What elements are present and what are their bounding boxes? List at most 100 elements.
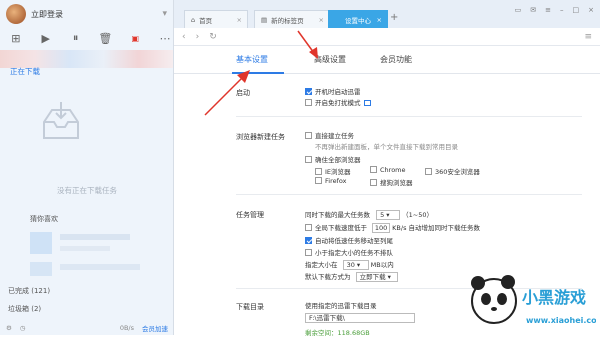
active-tab-underline (232, 72, 284, 74)
settings-tabs: 基本设置 高级设置 会员功能 (174, 46, 600, 74)
checkbox[interactable] (370, 166, 377, 173)
menu-icon[interactable]: ≡ (545, 6, 551, 14)
default-mode-select[interactable]: 立即下载 ▾ (355, 272, 398, 282)
max-tasks-row: 同时下载的最大任务数 5 ▾ （1~50） (305, 209, 433, 220)
recommend-thumb[interactable] (30, 232, 52, 254)
tab-settings[interactable]: 设置中心 × (328, 10, 388, 28)
checkbox[interactable] (370, 179, 377, 186)
checkbox[interactable] (305, 237, 312, 244)
page-icon: ▤ (261, 15, 268, 24)
delete-icon[interactable]: 🗑 (97, 32, 113, 45)
downloading-label[interactable]: 正在下载 (10, 66, 40, 77)
lowspeed-row: 全局下载速度低于 100 KB/s 自动增加同时下载任务数 (305, 222, 480, 233)
hamburger-icon[interactable]: ≡ (584, 32, 592, 42)
refresh-icon[interactable]: ↻ (209, 32, 217, 42)
direct-task-option[interactable]: 直接建立任务 (305, 130, 354, 140)
tab-new[interactable]: ▤ 新的标签页 × (254, 10, 330, 28)
close-window-icon[interactable]: × (588, 6, 594, 14)
forward-icon[interactable]: › (196, 32, 200, 42)
back-icon[interactable]: ‹ (182, 32, 186, 42)
close-icon[interactable]: × (377, 16, 382, 24)
lowspeed-input[interactable]: 100 (372, 223, 391, 233)
clock-icon[interactable]: ◷ (20, 324, 26, 332)
option-label: 同时下载的最大任务数 (305, 211, 370, 219)
checkbox[interactable] (315, 177, 322, 184)
option-label: IE浏览器 (325, 168, 351, 176)
monitor-all-option[interactable]: 确住全部浏览器 (305, 154, 361, 164)
auto-move-option[interactable]: 自动将低速任务移动至列尾 (305, 235, 393, 245)
divider (236, 116, 582, 117)
recommend-subtitle (60, 246, 110, 251)
startup-dnd-option[interactable]: 开启免打扰模式 (305, 97, 371, 107)
minimize-icon[interactable]: – (560, 6, 564, 14)
browser-chrome-option[interactable]: Chrome (370, 166, 406, 174)
section-title: 启动 (236, 89, 250, 97)
settings-icon[interactable]: ⚙ (6, 324, 12, 332)
info-icon[interactable] (363, 100, 371, 106)
recommend-title[interactable] (60, 234, 130, 240)
svg-text:小黑游戏: 小黑游戏 (522, 288, 586, 307)
browser-ie-option[interactable]: IE浏览器 (315, 166, 351, 176)
recommend-thumb-2[interactable] (30, 262, 52, 276)
small-first-option[interactable]: 小于指定大小的任务不排队 (305, 247, 393, 257)
dir-label: 使用指定的迅雷下载目录 (305, 302, 377, 310)
tab-label: 设置中心 (345, 16, 371, 25)
recommend-title-2[interactable] (60, 264, 140, 270)
avatar[interactable] (6, 4, 26, 24)
tab-home[interactable]: ⌂ 首页 × (184, 10, 248, 28)
new-tab-button[interactable]: + (390, 12, 398, 23)
site-watermark-logo: 小黑游戏 www.xiaohei.com (471, 275, 596, 325)
size-select[interactable]: 30 ▾ (342, 260, 369, 270)
option-label: 360安全浏览器 (435, 168, 480, 176)
checkbox[interactable] (305, 88, 312, 95)
checkbox[interactable] (305, 132, 312, 139)
checkbox[interactable] (305, 224, 312, 231)
close-icon[interactable]: × (319, 16, 324, 24)
option-label: 指定大小在 (305, 261, 338, 269)
message-icon[interactable]: ✉ (530, 6, 536, 14)
chevron-down-icon[interactable]: ▾ (162, 9, 167, 19)
window-controls: ▭ ✉ ≡ – □ × (515, 6, 594, 14)
login-link[interactable]: 立即登录 (31, 9, 63, 20)
maximize-icon[interactable]: □ (573, 6, 580, 14)
option-label: 开启免打扰模式 (315, 99, 361, 107)
dir-path-select[interactable]: F:\迅雷下载\ (305, 313, 415, 323)
option-label: 小于指定大小的任务不排队 (315, 249, 393, 257)
tab-label: 新的标签页 (271, 16, 304, 25)
empty-state-text: 没有正在下载任务 (57, 186, 117, 195)
pause-icon[interactable]: ⏸ (68, 31, 84, 45)
browser-tabbar: ⌂ 首页 × ▤ 新的标签页 × 设置中心 × + ▭ ✉ ≡ – □ × (174, 0, 600, 28)
tab-basic-settings[interactable]: 基本设置 (236, 54, 268, 65)
close-icon[interactable]: × (237, 16, 242, 24)
vip-boost-link[interactable]: 会员加速 (142, 323, 168, 333)
add-task-icon[interactable]: ⊞ (8, 32, 24, 45)
trash-item[interactable]: 垃圾箱 (2) (8, 304, 41, 314)
completed-item[interactable]: 已完成 (121) (8, 286, 50, 296)
unit-label: MB以内 (370, 261, 394, 269)
section-title: 下载目录 (236, 303, 264, 311)
skin-icon[interactable]: ▭ (515, 6, 522, 14)
dir-path-row: F:\迅雷下载\ (305, 313, 415, 323)
tab-member-features[interactable]: 会员功能 (380, 54, 412, 65)
option-label: 开机时启动迅雷 (315, 88, 361, 96)
startup-autostart-option[interactable]: 开机时启动迅雷 (305, 86, 361, 96)
checkbox[interactable] (425, 168, 432, 175)
free-space-label: 剩余空间：118.68GB (305, 329, 370, 337)
tab-advanced-settings[interactable]: 高级设置 (314, 54, 346, 65)
more-icon[interactable]: ⋯ (157, 32, 173, 45)
option-label: 搜狗浏览器 (380, 179, 413, 187)
browser-firefox-option[interactable]: Firefox (315, 177, 347, 185)
play-icon[interactable]: ▶ (38, 32, 54, 45)
checkbox[interactable] (315, 168, 322, 175)
checkbox[interactable] (305, 249, 312, 256)
browser-360-option[interactable]: 360安全浏览器 (425, 166, 480, 176)
empty-inbox-icon (43, 102, 79, 139)
browser-sogou-option[interactable]: 搜狗浏览器 (370, 177, 413, 187)
checkbox[interactable] (305, 99, 312, 106)
max-tasks-select[interactable]: 5 ▾ (376, 210, 401, 220)
svg-text:www.xiaohei.com: www.xiaohei.com (526, 316, 596, 325)
checkbox[interactable] (305, 156, 312, 163)
section-title: 任务管理 (236, 211, 264, 219)
speed-readout: 0B/s (119, 324, 134, 332)
cloud-icon[interactable]: ▣ (127, 34, 143, 43)
